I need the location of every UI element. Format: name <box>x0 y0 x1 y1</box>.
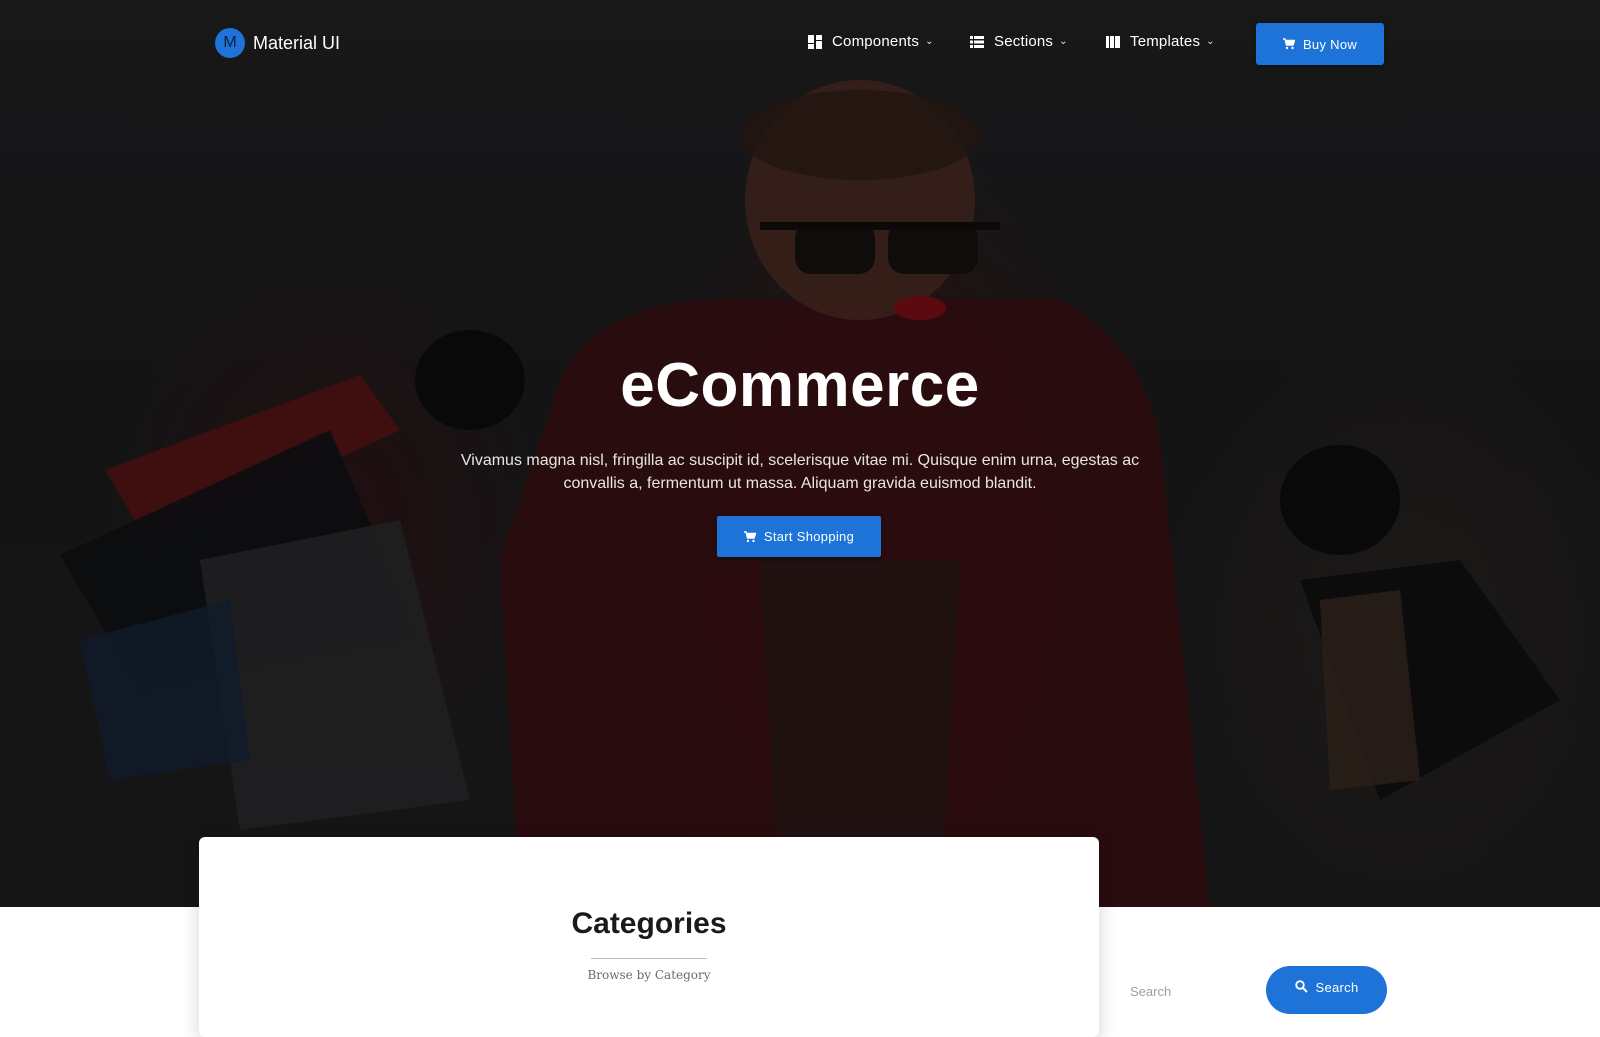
brand-name: Material UI <box>253 32 341 53</box>
navbar: M Material UI Components ⌄ Sections ⌄ Te… <box>0 0 1600 88</box>
brand[interactable]: M Material UI <box>215 28 340 58</box>
nav-item-components[interactable]: Components ⌄ <box>808 33 934 50</box>
chevron-down-icon: ⌄ <box>1206 36 1215 47</box>
categories-subtitle: Browse by Category <box>587 968 711 982</box>
chevron-down-icon: ⌄ <box>925 36 934 47</box>
start-shopping-label: Start Shopping <box>763 529 855 544</box>
hero-title: eCommerce <box>620 351 980 420</box>
nav-item-templates[interactable]: Templates ⌄ <box>1106 33 1215 50</box>
buy-now-label: Buy Now <box>1302 36 1358 52</box>
list-icon <box>970 35 984 48</box>
nav-item-sections[interactable]: Sections ⌄ <box>970 33 1068 50</box>
categories-title: Categories <box>571 907 727 940</box>
search-button-label: Search <box>1315 980 1359 995</box>
categories-card: Categories Browse by Category <box>199 837 1099 1037</box>
chevron-down-icon: ⌄ <box>1059 36 1068 47</box>
shopping-cart-icon <box>743 530 756 543</box>
shopping-cart-icon <box>1282 38 1295 50</box>
nav-label-components: Components <box>832 33 920 50</box>
nav-label-sections: Sections <box>994 33 1054 50</box>
brand-logo: M <box>215 28 245 58</box>
view-column-icon <box>1106 35 1120 48</box>
nav-label-templates: Templates <box>1130 33 1201 50</box>
search-input[interactable] <box>1128 980 1248 1002</box>
hero-section: M Material UI Components ⌄ Sections ⌄ Te… <box>0 0 1600 907</box>
search-button[interactable]: Search <box>1266 966 1387 1014</box>
hero-description: Vivamus magna nisl, fringilla ac suscipi… <box>460 452 1140 492</box>
start-shopping-button[interactable]: Start Shopping <box>717 516 881 557</box>
categories-divider <box>591 958 707 959</box>
dashboard-icon <box>808 34 822 49</box>
buy-now-button[interactable]: Buy Now <box>1256 23 1384 65</box>
search-icon <box>1294 980 1308 993</box>
